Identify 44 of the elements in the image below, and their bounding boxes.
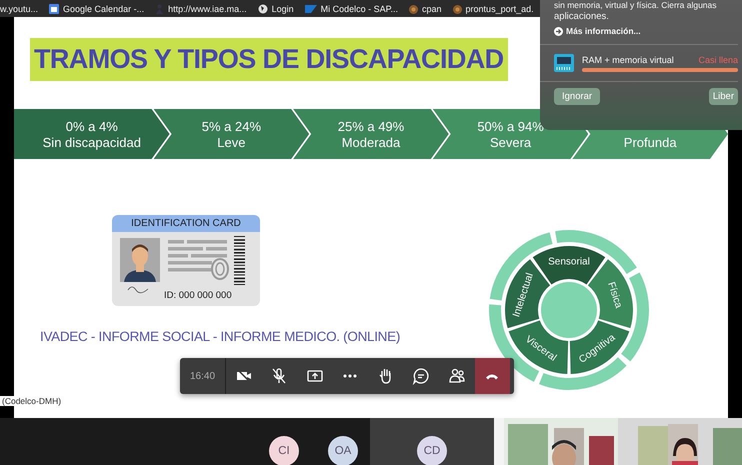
participant-avatar[interactable]: CD: [417, 436, 447, 465]
hang-up-icon: [486, 372, 498, 380]
range-percent: 50% a 94%: [477, 119, 544, 135]
hang-up-button[interactable]: [474, 358, 510, 394]
range-percent: 5% a 24%: [202, 119, 262, 135]
meeting-time: 16:40: [180, 358, 226, 394]
onion-icon: [452, 4, 462, 14]
presenter-label: (Codelco-DMH): [0, 396, 64, 406]
card-header: IDENTIFICATION CARD: [112, 215, 260, 232]
range-percent: 25% a 49%: [338, 119, 404, 135]
id-number: ID: 000 000 000: [164, 290, 232, 301]
bookmark[interactable]: cpan: [422, 4, 442, 14]
chat-icon: [411, 366, 432, 386]
caption: IVADEC - INFORME SOCIAL - INFORME MEDICO. (ONLINE): [40, 329, 400, 344]
arrow-circle-icon: [554, 26, 563, 36]
calendar-icon: [49, 4, 60, 14]
memory-status: Casi llena: [698, 54, 738, 64]
notification-text: sin memoria, virtual y física. Cierra algunas: [554, 0, 718, 11]
bookmark[interactable]: Google Calendar -...: [63, 4, 144, 14]
range-label: Leve: [217, 135, 246, 151]
range-label: Sin discapacidad: [42, 135, 141, 151]
segment-label: Sensorial: [548, 256, 590, 268]
range-label: Severa: [490, 135, 532, 151]
segment-label: Física: [605, 280, 624, 310]
bookmark[interactable]: w.youtu...: [0, 4, 38, 14]
participant-avatar[interactable]: OA: [328, 436, 358, 465]
slide-title: TRAMOS Y TIPOS DE DISCAPACIDAD: [30, 38, 508, 81]
sap-logo-icon: [304, 4, 317, 12]
onion-icon: [409, 4, 418, 14]
notification-text: aplicaciones.: [554, 11, 610, 23]
bookmark[interactable]: http://www.iae.ma...: [168, 4, 247, 14]
figure-icon: [155, 4, 164, 14]
range-percent: 0% a 4%: [66, 119, 118, 135]
memory-chip-icon: [554, 54, 574, 72]
bookmark[interactable]: Login: [272, 4, 294, 14]
bookmark[interactable]: Mi Codelco - SAP...: [320, 4, 398, 14]
range-label: Moderada: [342, 135, 400, 151]
more-info-link[interactable]: Más información...: [566, 26, 641, 36]
range-label: Profunda: [624, 135, 677, 151]
globe-icon: [258, 4, 268, 14]
bookmark[interactable]: prontus_port_ad.: [466, 4, 534, 14]
participant-avatar[interactable]: CI: [269, 436, 299, 465]
resource-name: RAM + memoria virtual: [582, 54, 674, 64]
more-icon: [343, 374, 358, 378]
